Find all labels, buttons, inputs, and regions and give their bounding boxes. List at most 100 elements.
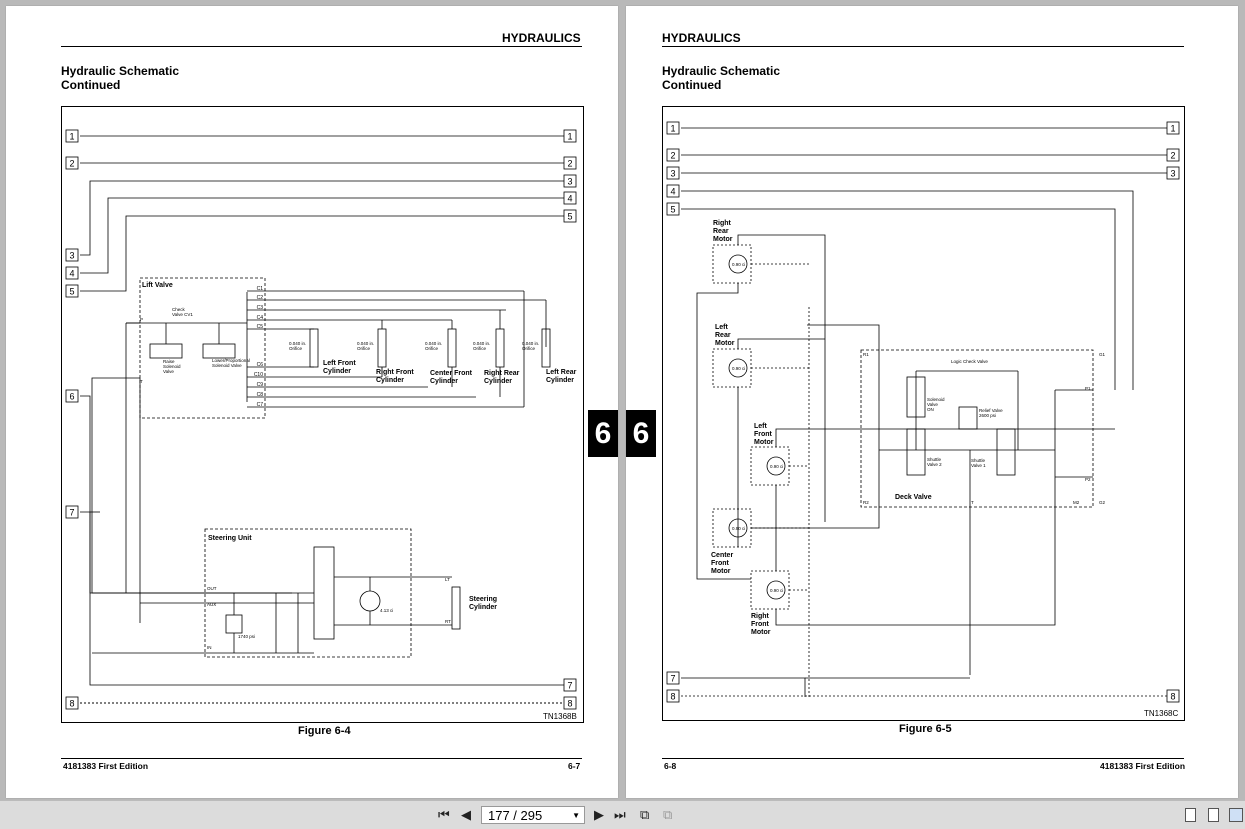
valve-label: Valve 2	[927, 462, 942, 467]
last-page-icon[interactable]: ⏭	[614, 807, 626, 823]
motor-label: Front	[751, 621, 770, 628]
motor-label: Motor	[751, 629, 771, 636]
port-label: C10	[254, 372, 263, 378]
orifice-label: Orifice	[473, 346, 486, 351]
connector-box: 6	[65, 389, 79, 403]
connector-box: 2	[666, 148, 680, 162]
right-page: HYDRAULICS Hydraulic Schematic Continued	[626, 6, 1238, 798]
motor-label: Right	[751, 613, 770, 620]
next-page-icon[interactable]: ▶	[594, 807, 604, 823]
port-label: C6	[257, 362, 264, 368]
orifice-label: Orifice	[522, 346, 535, 351]
port-label: RT	[445, 619, 451, 624]
valve-label: Valve	[163, 369, 174, 374]
svg-text:2: 2	[567, 159, 572, 169]
cylinder-label: Cylinder	[469, 604, 497, 611]
cylinder-label: Cylinder	[484, 378, 512, 385]
connector-box: 3	[65, 248, 79, 262]
connector-box: 7	[666, 671, 680, 685]
svg-text:5: 5	[69, 287, 74, 297]
cylinder-label: Center Front	[430, 370, 473, 377]
connector-box: 1	[65, 129, 79, 143]
footer-rule	[61, 758, 582, 759]
orifice-label: Orifice	[357, 346, 370, 351]
cylinder-label: Cylinder	[323, 368, 351, 375]
svg-text:7: 7	[69, 508, 74, 518]
port-label: M2	[1073, 500, 1080, 505]
port-label: C3	[257, 305, 264, 311]
port-label: T	[971, 500, 974, 505]
svg-text:3: 3	[670, 169, 675, 179]
hydraulic-schematic-diagram: 1 1 2 2 3 4 5 3 4 5 6 7 7 8 8 C1 C2 C3 C…	[65, 129, 577, 710]
figure-caption: Figure 6-4	[298, 725, 351, 737]
cylinder-label: Steering	[469, 596, 497, 603]
svg-text:8: 8	[69, 699, 74, 709]
footer-page-number: 6-8	[664, 761, 677, 771]
svg-text:8: 8	[1170, 692, 1175, 702]
port-label: IN	[207, 645, 212, 650]
fit-page-icon[interactable]: ⧉	[640, 807, 649, 823]
copy-icon[interactable]: ⧉	[663, 807, 672, 823]
page-number-field[interactable]: 177 / 295 ▼	[481, 806, 585, 824]
svg-text:7: 7	[567, 681, 572, 691]
chevron-down-icon[interactable]: ▼	[572, 807, 580, 825]
footer-page-number: 6-7	[568, 761, 581, 771]
footer-edition: 4181383 First Edition	[63, 761, 149, 771]
motor-label: Front	[754, 431, 773, 438]
connector-box: 5	[563, 209, 577, 223]
connector-box: 1	[563, 129, 577, 143]
port-label: C7	[257, 402, 264, 408]
displacement-label: 4.13 ci	[380, 608, 393, 613]
orifice-label: Orifice	[425, 346, 438, 351]
prev-page-icon[interactable]: ◀	[461, 807, 471, 823]
motor-label: Rear	[715, 332, 731, 339]
chapter-tab: 6	[588, 410, 618, 457]
first-page-icon[interactable]: ⏮	[438, 807, 450, 823]
single-page-view-icon[interactable]	[1185, 808, 1196, 822]
svg-text:1: 1	[567, 132, 572, 142]
valve-label: 2600 psi	[979, 413, 996, 418]
footer-edition: 4181383 First Edition	[1100, 761, 1186, 771]
svg-text:1: 1	[670, 124, 675, 134]
svg-text:5: 5	[567, 212, 572, 222]
svg-text:3: 3	[567, 177, 572, 187]
steering-unit-label: Steering Unit	[208, 535, 252, 542]
svg-text:6: 6	[69, 392, 74, 402]
connector-box: 8	[65, 696, 79, 710]
motor-label: Motor	[713, 236, 733, 243]
motor-label: Center	[711, 552, 733, 559]
chapter-tab: 6	[626, 410, 656, 457]
connector-box: 7	[563, 678, 577, 692]
svg-text:4: 4	[69, 269, 74, 279]
figure-code: TN1368C	[1144, 709, 1179, 718]
motor-ci-label: 0.90 ci	[770, 588, 783, 593]
connector-box: 5	[666, 202, 680, 216]
two-page-view-icon[interactable]	[1229, 808, 1243, 822]
cylinder-label: Left Front	[323, 360, 356, 367]
svg-text:2: 2	[69, 159, 74, 169]
continuous-view-icon[interactable]	[1208, 808, 1219, 822]
motor-label: Right	[713, 220, 732, 227]
motor-label: Left	[715, 324, 729, 331]
port-label: LT	[445, 577, 450, 582]
section-title: Hydraulic Schematic Continued	[61, 64, 179, 92]
port-label: C1	[257, 286, 264, 292]
svg-text:4: 4	[670, 187, 675, 197]
svg-text:3: 3	[69, 251, 74, 261]
page-header: HYDRAULICS	[662, 31, 741, 45]
svg-text:8: 8	[670, 692, 675, 702]
connector-box: 4	[666, 184, 680, 198]
cylinder-label: Right Rear	[484, 370, 520, 377]
port-label: C9	[257, 382, 264, 388]
port-label: R1	[863, 352, 869, 357]
valve-label: Valve 1	[971, 463, 986, 468]
motor-ci-label: 0.90 ci	[732, 366, 745, 371]
connector-box: 4	[563, 191, 577, 205]
motor-label: Motor	[754, 439, 774, 446]
viewer-toolbar: ⏮ ◀ 177 / 295 ▼ ▶ ⏭ ⧉ ⧉	[0, 800, 1245, 829]
hydraulic-schematic-diagram: 1 1 2 2 3 3 4 5 7 8 8 Right Rear Motor L…	[666, 121, 1180, 703]
connector-box: 2	[563, 156, 577, 170]
header-rule	[61, 46, 582, 47]
motor-label: Left	[754, 423, 768, 430]
page-number-value: 177 / 295	[488, 808, 543, 823]
